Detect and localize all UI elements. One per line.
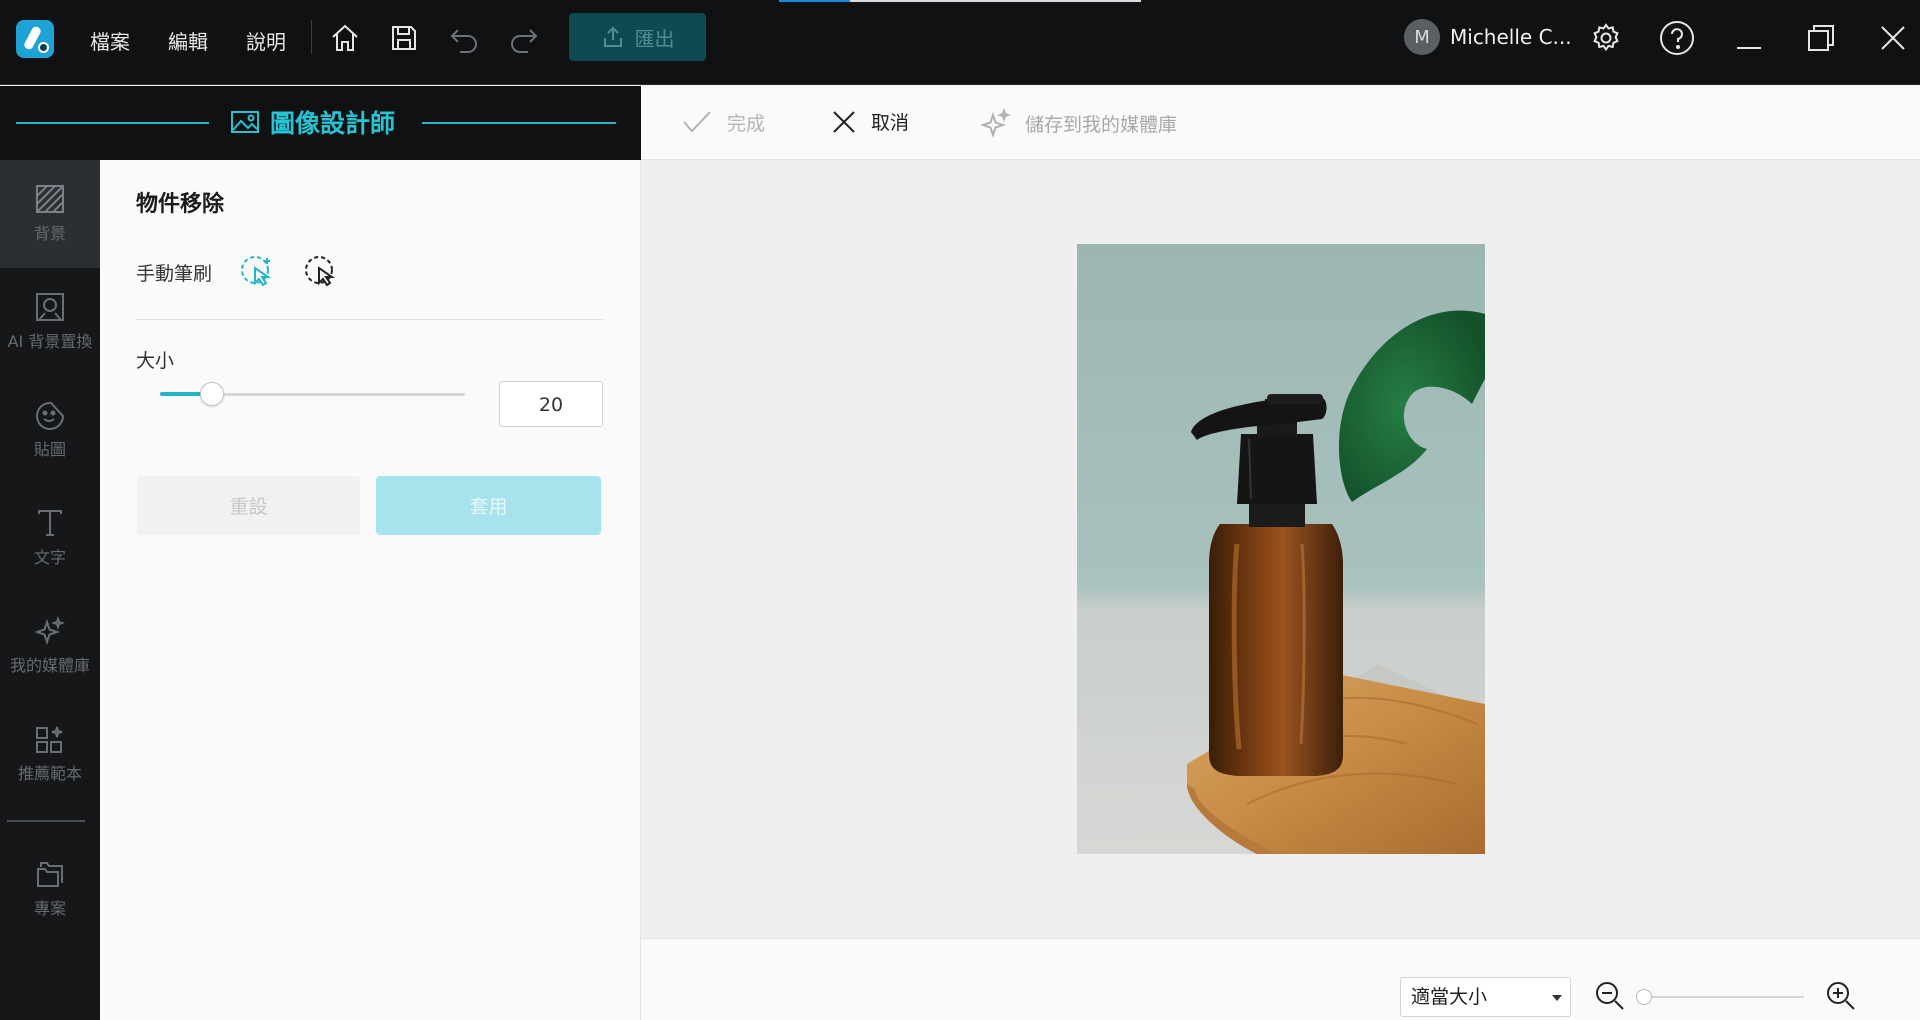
menu-file[interactable]: 檔案 [90, 24, 168, 60]
template-icon [36, 726, 63, 753]
zoom-slider-track [1644, 996, 1804, 998]
help-icon[interactable] [1657, 18, 1697, 58]
brush-size-input[interactable]: 20 [499, 381, 603, 427]
editing-canvas[interactable] [641, 160, 1920, 938]
close-icon[interactable] [1873, 18, 1913, 58]
rail-label-templates: 推薦範本 [17, 764, 82, 783]
save-to-media-label: 儲存到我的媒體庫 [1025, 113, 1178, 136]
close-x-icon [833, 110, 855, 133]
apply-button[interactable]: 套用 [376, 476, 601, 535]
rail-divider [7, 820, 85, 822]
text-icon [38, 510, 62, 536]
sparkle-media-icon [35, 616, 65, 646]
done-button[interactable]: 完成 [681, 108, 765, 136]
brush-size-thumb[interactable] [199, 382, 224, 406]
rail-label-sticker: 貼圖 [33, 440, 66, 459]
toolbar-divider [311, 20, 312, 54]
save-to-media-button[interactable]: 儲存到我的媒體庫 [981, 108, 1177, 138]
menu-help[interactable]: 說明 [246, 24, 324, 60]
rail-item-ai-background-replace[interactable]: AI 背景置換 [0, 268, 100, 376]
panel-divider [136, 319, 604, 320]
menu-edit[interactable]: 編輯 [168, 24, 246, 60]
brush-add-icon[interactable] [237, 252, 277, 292]
zoom-slider[interactable] [1636, 989, 1804, 1005]
left-rail: 背景 AI 背景置換 貼圖 文字 我的媒體庫 推薦範本 專案 [0, 160, 100, 1020]
save-icon[interactable] [384, 18, 424, 58]
zoom-fit-select[interactable]: 適當大小 [1400, 977, 1571, 1017]
designer-title-text: 圖像設計師 [270, 109, 396, 138]
rail-label-ai-background-replace: AI 背景置換 [7, 332, 93, 351]
loading-progress-bar [779, 0, 1141, 2]
rail-item-sticker[interactable]: 貼圖 [0, 376, 100, 484]
cancel-label: 取消 [871, 112, 910, 134]
reset-button[interactable]: 重設 [137, 476, 360, 535]
rail-item-templates[interactable]: 推薦範本 [0, 700, 100, 808]
action-bar: 完成 取消 儲存到我的媒體庫 [641, 86, 1920, 160]
user-account[interactable]: M Michelle C... [1404, 19, 1572, 55]
rail-label-text: 文字 [33, 548, 66, 567]
checkmark-icon [683, 111, 711, 133]
upload-icon [603, 26, 622, 47]
title-bar: 檔案 編輯 說明 匯出 M Michelle C... [0, 0, 1920, 85]
brush-erase-icon[interactable] [301, 252, 341, 292]
rail-item-my-media[interactable]: 我的媒體庫 [0, 592, 100, 700]
undo-icon[interactable] [444, 18, 484, 58]
header-rule-right [422, 122, 616, 124]
sticker-icon [36, 401, 65, 430]
zoom-slider-thumb[interactable] [1636, 989, 1652, 1005]
product-photo[interactable] [1077, 244, 1485, 854]
rail-item-projects[interactable]: 專案 [0, 835, 100, 943]
user-name: Michelle C... [1450, 25, 1572, 49]
designer-title: 圖像設計師 [230, 104, 395, 140]
panel-title: 物件移除 [136, 192, 225, 217]
export-button[interactable]: 匯出 [569, 13, 706, 61]
avatar: M [1404, 19, 1440, 55]
redo-icon[interactable] [504, 18, 544, 58]
rail-item-background[interactable]: 背景 [0, 160, 100, 268]
done-label: 完成 [727, 112, 766, 135]
ai-background-replace-icon [36, 293, 64, 321]
zoom-out-icon[interactable] [1592, 978, 1628, 1014]
rail-item-text[interactable]: 文字 [0, 484, 100, 592]
rail-label-background: 背景 [33, 224, 66, 243]
image-icon [231, 111, 259, 133]
minimize-icon[interactable] [1729, 18, 1769, 58]
brush-size-slider[interactable] [160, 382, 465, 406]
restore-window-icon[interactable] [1801, 18, 1841, 58]
app-logo-icon [16, 20, 54, 58]
loading-progress-fill [779, 0, 850, 2]
export-label: 匯出 [634, 26, 675, 51]
sparkle-icon [981, 108, 1011, 138]
manual-brush-label: 手動筆刷 [136, 263, 213, 285]
folder-icon [37, 862, 63, 887]
zoom-in-icon[interactable] [1823, 978, 1859, 1014]
home-icon[interactable] [325, 18, 365, 58]
zoom-fit-label: 適當大小 [1411, 986, 1488, 1008]
brush-size-label: 大小 [136, 350, 175, 372]
object-removal-panel: 物件移除 手動筆刷 大小 20 重設 套用 [100, 160, 641, 1020]
header-rule-left [16, 122, 209, 124]
rail-label-my-media: 我的媒體庫 [9, 656, 90, 675]
gear-icon[interactable] [1586, 18, 1626, 58]
zoom-bar: 適當大小 [641, 938, 1920, 1020]
designer-header: 圖像設計師 [0, 86, 641, 160]
chevron-down-icon [1552, 995, 1562, 1001]
main-menu: 檔案 編輯 說明 [90, 24, 324, 60]
rail-label-projects: 專案 [33, 899, 66, 918]
background-pattern-icon [36, 185, 64, 213]
cancel-button[interactable]: 取消 [831, 108, 909, 135]
